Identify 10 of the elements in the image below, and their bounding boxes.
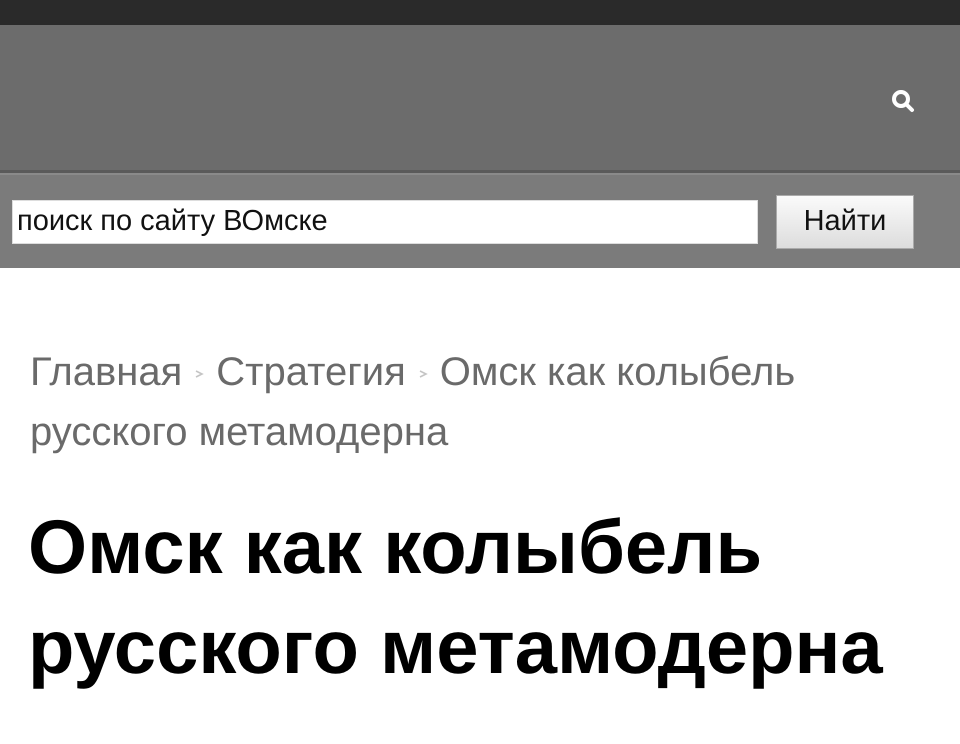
chevron-icon — [418, 369, 428, 380]
breadcrumb-link[interactable]: Омск как колыбель — [440, 350, 796, 394]
search-button[interactable] — [890, 88, 916, 114]
search-field[interactable]: поиск по сайту ВОмске — [12, 200, 758, 244]
find-button[interactable]: Найти — [776, 194, 914, 248]
breadcrumb-link[interactable]: Главная — [30, 350, 182, 394]
article-title: Омск как колыбель русского метамодерна — [28, 504, 884, 692]
breadcrumb-link[interactable]: русского метамодерна — [30, 410, 448, 454]
chevron-icon — [194, 369, 204, 380]
breadcrumb-link[interactable]: Стратегия — [216, 350, 406, 394]
